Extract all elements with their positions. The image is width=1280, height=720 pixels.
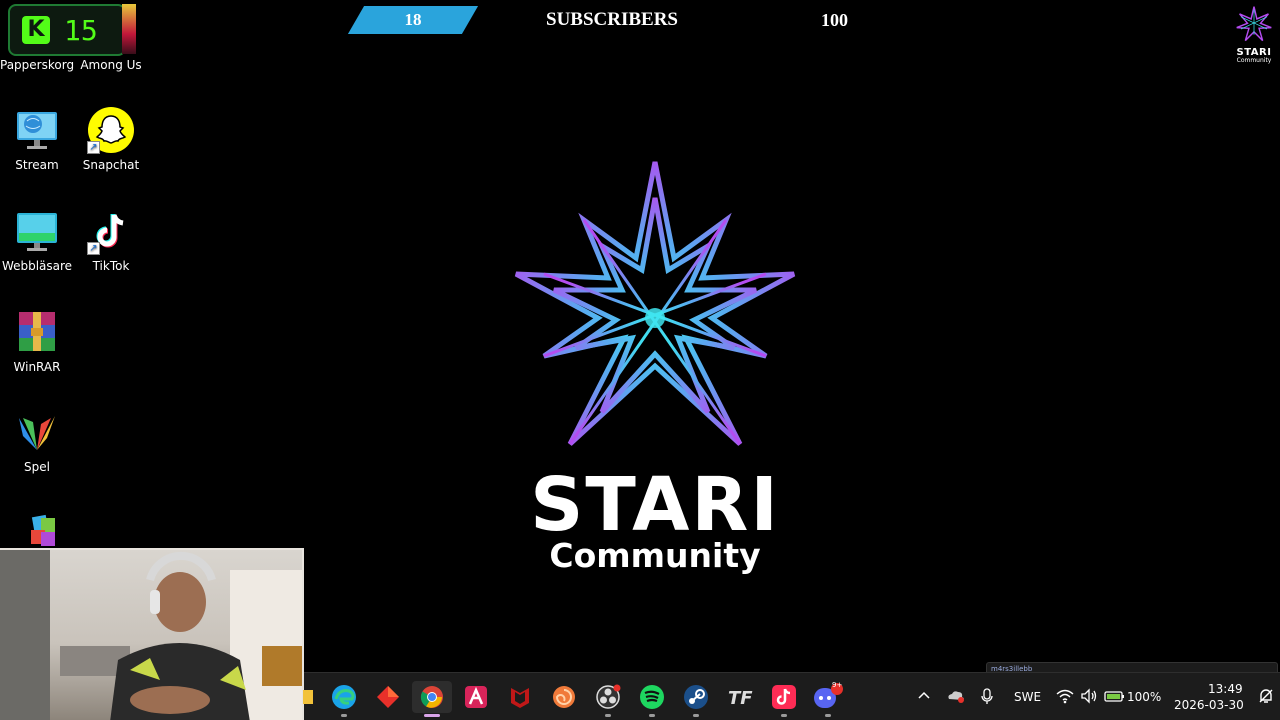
onedrive-tray-button[interactable] xyxy=(946,687,966,705)
affinity-icon xyxy=(465,686,487,708)
swirl-app-icon xyxy=(553,686,575,708)
microphone-tray-button[interactable] xyxy=(980,687,994,707)
obs-icon xyxy=(596,684,621,709)
clock-date[interactable]: 2026-03-30 xyxy=(1174,698,1244,712)
battery-icon xyxy=(1104,691,1124,702)
running-indicator xyxy=(781,714,787,717)
steam-icon xyxy=(684,685,708,709)
tiktok-icon xyxy=(772,685,796,709)
taskbar-app-steam[interactable] xyxy=(676,681,716,717)
battery-percent: 100% xyxy=(1127,690,1162,704)
chrome-icon xyxy=(420,686,443,708)
chevron-up-icon xyxy=(918,691,930,699)
taskbar: TF 9+ SWE 100% 13:49 2026-03-30 xyxy=(303,672,1280,720)
subscriber-count: 18 xyxy=(404,10,422,29)
shortcut-arrow-icon: ↗ xyxy=(87,242,100,255)
snapchat-icon: ↗ xyxy=(87,106,135,154)
subscriber-count-badge: 18 xyxy=(347,6,479,34)
notification-center-button[interactable] xyxy=(1258,687,1274,705)
stari-star-icon xyxy=(1236,6,1272,42)
wifi-icon xyxy=(1056,689,1074,704)
desktop-icon-tiktok[interactable]: ↗ TikTok xyxy=(74,207,148,273)
show-hidden-icons-button[interactable] xyxy=(916,685,932,705)
cloud-icon xyxy=(948,691,964,703)
subscribers-label: SUBSCRIBERS xyxy=(546,9,678,30)
stari-star-logo xyxy=(514,161,796,446)
desktop-icon-stream[interactable]: Stream xyxy=(0,106,74,172)
taskbar-app-red-diamond[interactable] xyxy=(368,681,408,713)
monitor-globe-icon xyxy=(13,106,61,154)
taskbar-app-obs[interactable] xyxy=(588,681,628,717)
running-indicator xyxy=(341,714,347,717)
kick-follower-counter: K 15 xyxy=(8,4,126,56)
desktop-icon-label: Snapchat xyxy=(82,158,140,172)
taskbar-app-file-explorer[interactable] xyxy=(300,681,316,713)
running-indicator xyxy=(649,714,655,717)
monitor-icon xyxy=(13,207,61,255)
wifi-tray-button[interactable] xyxy=(1056,687,1074,705)
taskbar-app-mcafee[interactable] xyxy=(500,681,540,713)
speaker-icon xyxy=(1081,688,1097,704)
file-explorer-icon xyxy=(303,690,313,704)
corner-stari-logo: STARI Community xyxy=(1230,6,1278,64)
wallpaper-subtitle: Community xyxy=(549,536,761,575)
desktop-icon-label: Among Us xyxy=(80,58,142,72)
desktop-icon-label: Stream xyxy=(15,158,59,172)
corner-subtitle: Community xyxy=(1236,57,1272,64)
language-indicator[interactable]: SWE xyxy=(1014,690,1041,704)
desktop-icon-winrar[interactable]: WinRAR xyxy=(0,308,74,374)
desktop-icon-papperskorg[interactable]: Papperskorg xyxy=(0,58,74,72)
tf-app-icon: TF xyxy=(728,688,753,707)
taskbar-app-spotify[interactable] xyxy=(632,681,672,717)
desktop-icon-label: Spel xyxy=(24,460,50,474)
winrar-icon xyxy=(13,308,61,356)
taskbar-app-chrome[interactable] xyxy=(412,681,452,717)
desktop-icon-label: Webbläsare xyxy=(1,259,73,273)
subscriber-goal: 100 xyxy=(821,10,848,30)
desktop-icon-snapchat[interactable]: ↗ Snapchat xyxy=(74,106,148,172)
taskbar-app-edge[interactable] xyxy=(324,681,364,717)
among-us-icon xyxy=(122,4,136,54)
running-indicator xyxy=(605,714,611,717)
desktop-icon-webblasare[interactable]: Webbläsare xyxy=(0,207,74,273)
clock-time[interactable]: 13:49 xyxy=(1208,682,1243,696)
running-indicator xyxy=(693,714,699,717)
tiktok-icon: ↗ xyxy=(87,207,135,255)
desktop-icon-spel[interactable]: Spel xyxy=(0,408,74,474)
taskbar-app-swirl[interactable] xyxy=(544,681,584,713)
mcafee-icon xyxy=(511,688,529,708)
edge-icon xyxy=(332,685,356,709)
volume-tray-button[interactable] xyxy=(1080,687,1098,705)
taskbar-app-affinity[interactable] xyxy=(456,681,496,713)
running-indicator xyxy=(424,714,440,717)
desktop-icon-among-us[interactable]: Among Us xyxy=(74,4,148,72)
kick-logo-icon: K xyxy=(22,16,50,44)
webcam-overlay xyxy=(0,548,304,720)
webcam-feed-image xyxy=(0,550,302,720)
bell-icon xyxy=(1259,689,1273,703)
discord-badge: 9+ xyxy=(832,681,843,689)
microphone-icon xyxy=(981,688,993,704)
battery-tray-button[interactable] xyxy=(1104,687,1126,705)
spotify-icon xyxy=(640,685,664,709)
svg-text:TF: TF xyxy=(728,688,753,707)
taskbar-app-tiktok[interactable] xyxy=(764,681,804,717)
kick-count: 15 xyxy=(64,13,98,47)
taskbar-app-discord[interactable]: 9+ xyxy=(808,681,848,717)
shortcut-arrow-icon: ↗ xyxy=(87,141,100,154)
taskbar-app-tf[interactable]: TF xyxy=(720,681,760,713)
running-indicator xyxy=(825,714,831,717)
desktop-icon-label: TikTok xyxy=(92,259,130,273)
desktop-icon-label: WinRAR xyxy=(13,360,61,374)
games-icon xyxy=(13,408,61,456)
red-diamond-app-icon xyxy=(377,686,399,708)
desktop-icon-label: Papperskorg xyxy=(0,58,75,72)
